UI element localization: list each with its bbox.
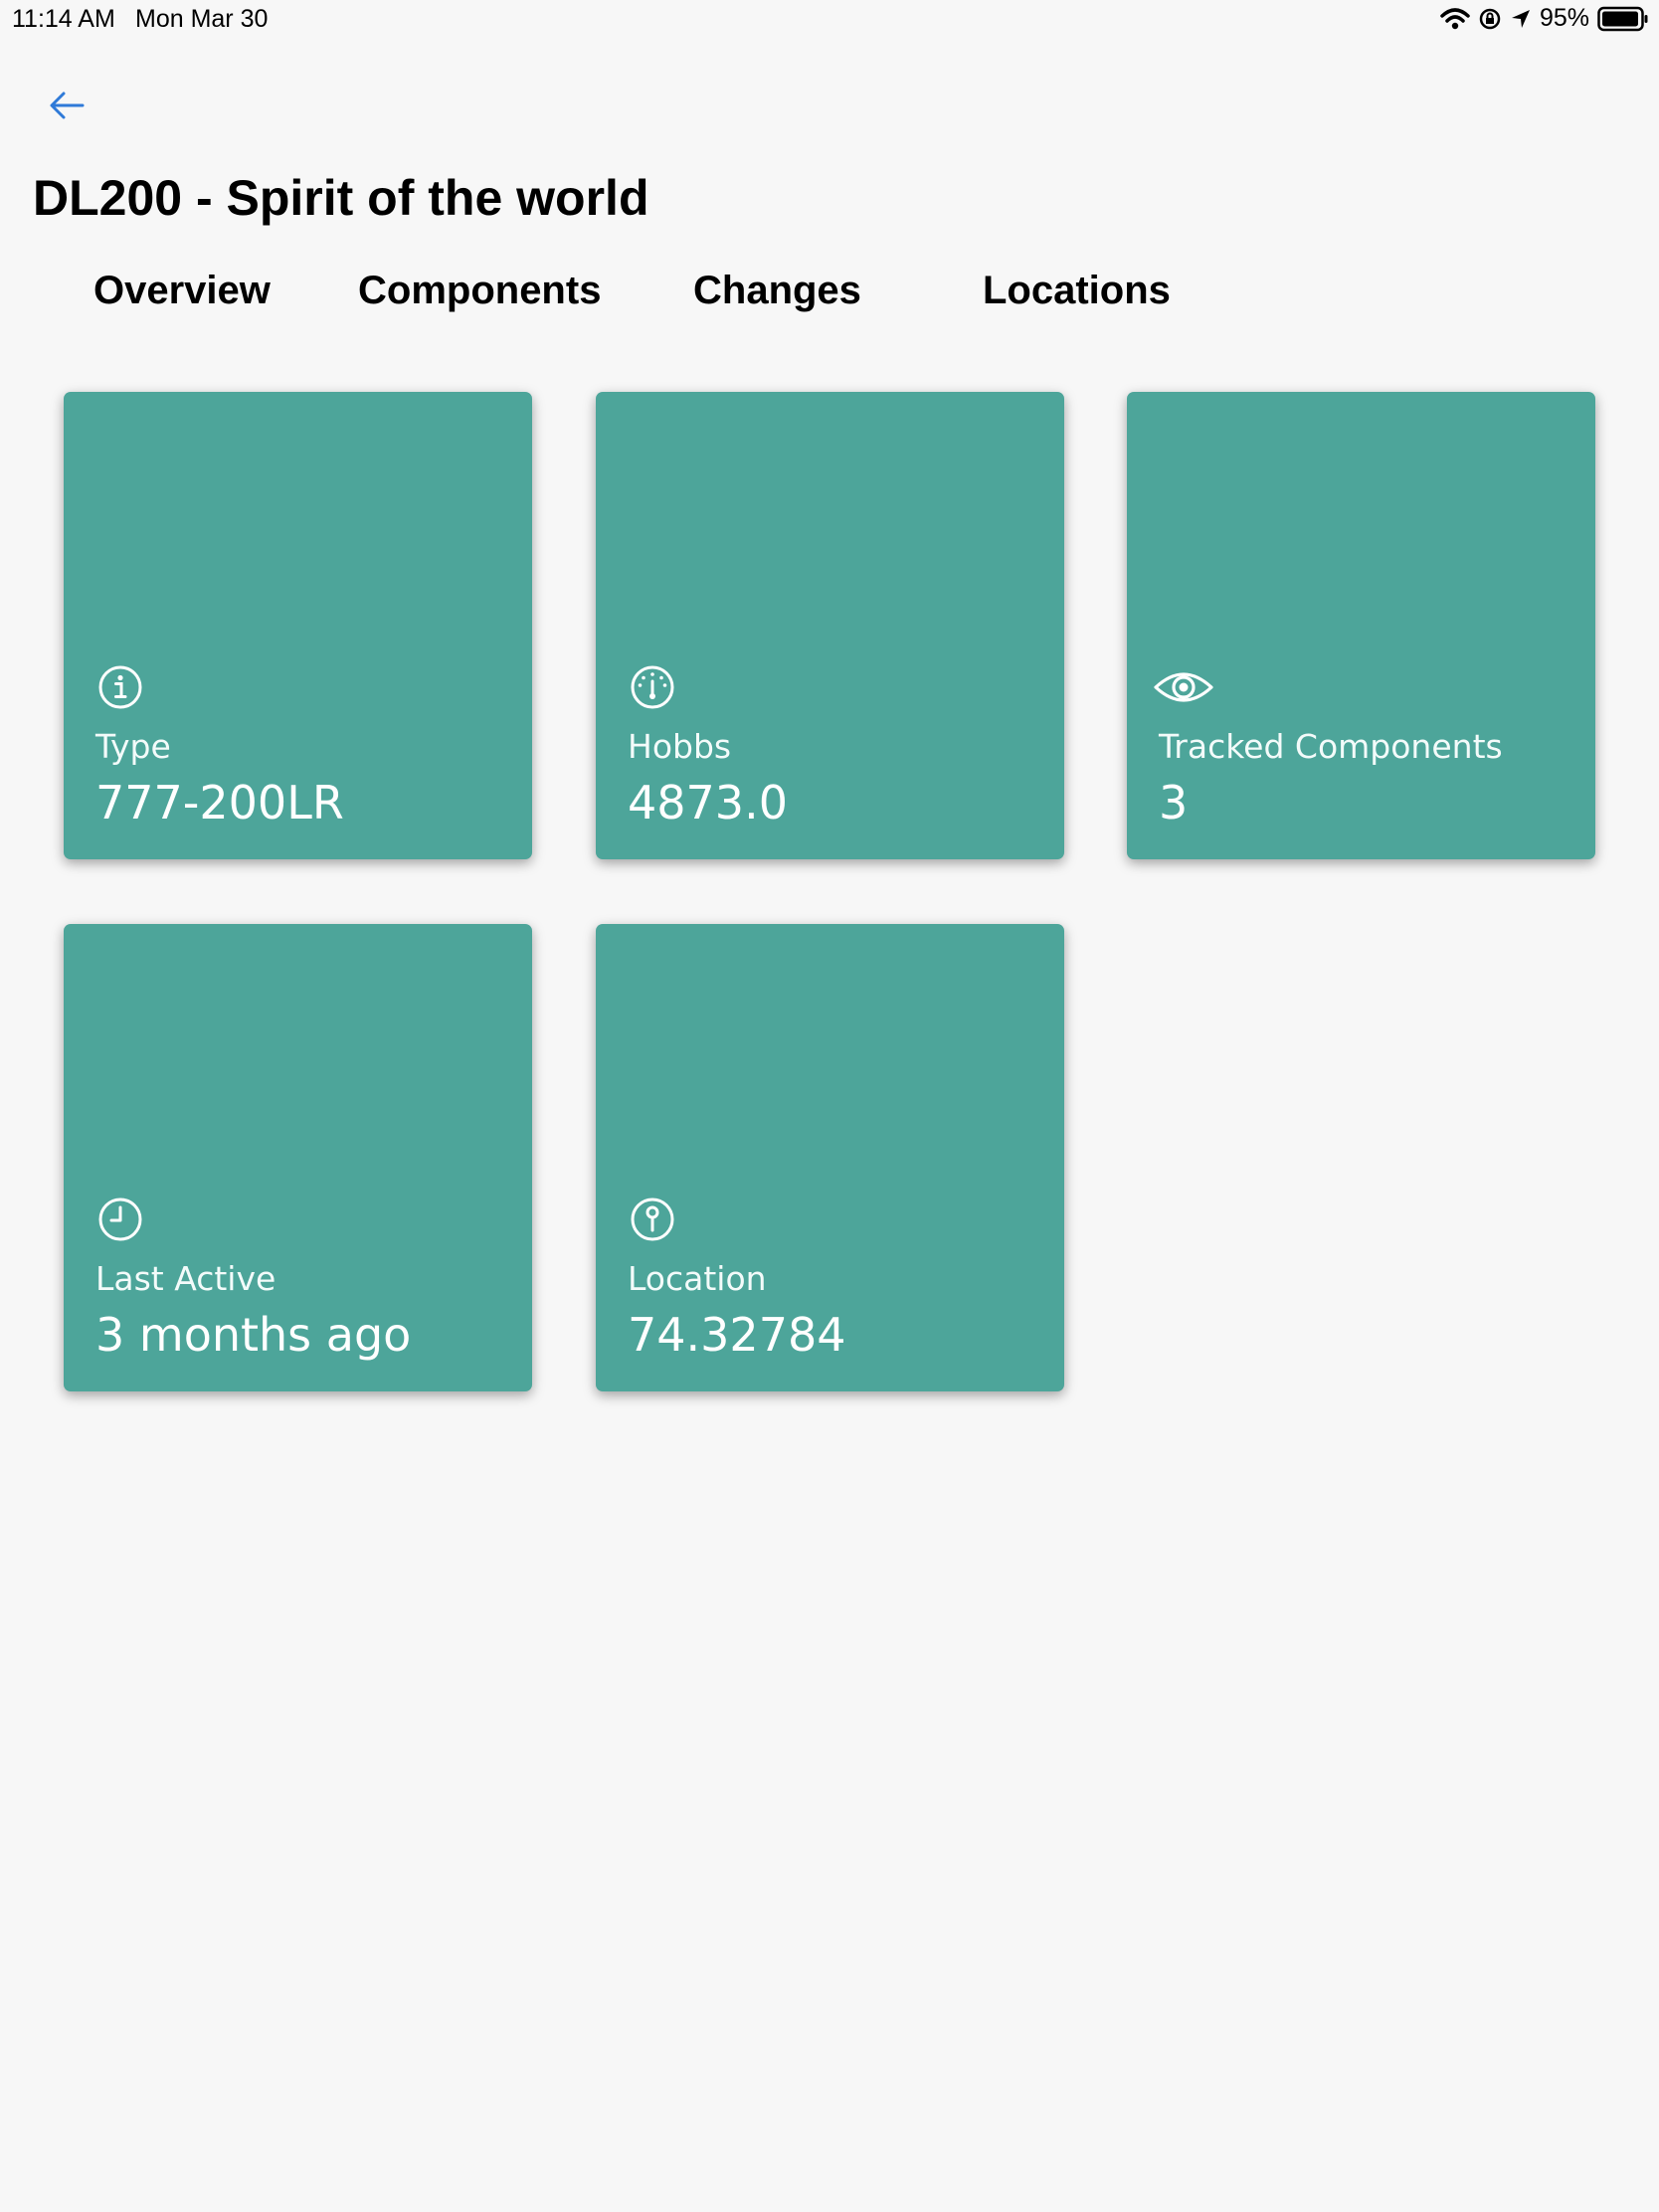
type-card[interactable]: Type 777-200LR — [64, 392, 532, 859]
gauge-icon — [630, 664, 675, 710]
status-time: 11:14 AM — [12, 5, 115, 33]
card-label: Location — [628, 1259, 767, 1298]
pin-icon — [630, 1197, 675, 1242]
battery-percent: 95% — [1539, 4, 1589, 32]
status-date: Mon Mar 30 — [135, 5, 269, 33]
card-label: Type — [95, 727, 171, 766]
status-bar: 11:14 AM Mon Mar 30 95% — [0, 0, 1659, 40]
orientation-lock-icon — [1478, 7, 1502, 31]
card-value: 777-200LR — [95, 776, 344, 830]
tab-overview[interactable]: Overview — [93, 269, 271, 313]
tab-bar: Overview Components Changes Locations — [0, 269, 1659, 328]
tab-changes[interactable]: Changes — [693, 269, 861, 313]
location-arrow-icon — [1510, 8, 1532, 30]
clock-icon — [97, 1197, 143, 1242]
eye-icon — [1153, 664, 1214, 710]
battery-icon — [1597, 6, 1649, 32]
location-card[interactable]: Location 74.32784 — [596, 924, 1064, 1391]
back-button[interactable] — [42, 86, 92, 129]
info-icon — [97, 664, 143, 710]
arrow-left-icon — [49, 91, 85, 125]
card-label: Last Active — [95, 1259, 276, 1298]
card-label: Hobbs — [628, 727, 732, 766]
card-label: Tracked Components — [1159, 727, 1503, 766]
status-indicators: 95% — [1440, 4, 1649, 33]
wifi-icon — [1440, 7, 1470, 31]
tab-components[interactable]: Components — [358, 269, 601, 313]
tab-locations[interactable]: Locations — [983, 269, 1171, 313]
last-active-card[interactable]: Last Active 3 months ago — [64, 924, 532, 1391]
page-title: DL200 - Spirit of the world — [33, 170, 649, 226]
card-value: 3 months ago — [95, 1308, 412, 1362]
card-value: 74.32784 — [628, 1308, 846, 1362]
card-value: 3 — [1159, 776, 1189, 830]
card-value: 4873.0 — [628, 776, 788, 830]
hobbs-card[interactable]: Hobbs 4873.0 — [596, 392, 1064, 859]
tracked-components-card[interactable]: Tracked Components 3 — [1127, 392, 1595, 859]
